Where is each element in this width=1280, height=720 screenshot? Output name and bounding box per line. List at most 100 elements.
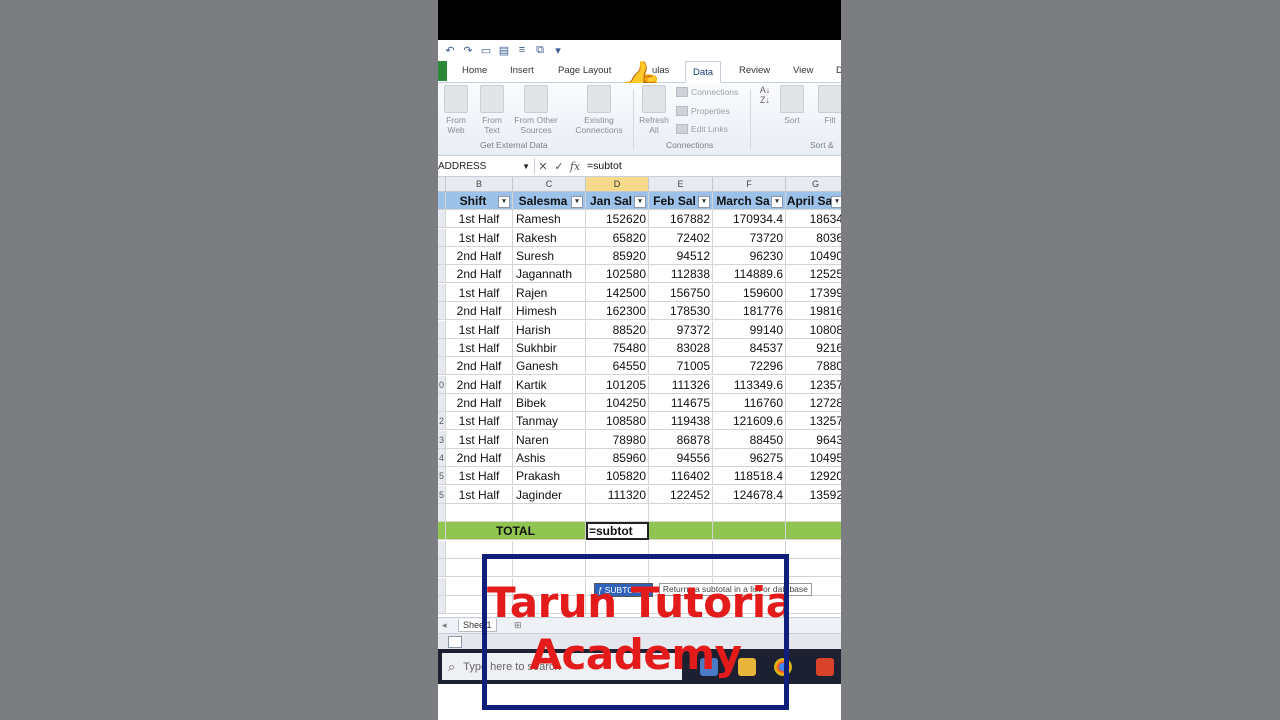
cell-name[interactable]: Ashis — [513, 448, 586, 467]
cell-jan[interactable]: 88520 — [586, 320, 649, 339]
cell-jan[interactable]: 75480 — [586, 338, 649, 357]
row-number[interactable] — [438, 320, 446, 339]
empty-cell[interactable] — [713, 504, 786, 522]
cell-shift[interactable]: 1st Half — [446, 228, 513, 247]
total-cell-mar[interactable] — [713, 522, 786, 541]
cell-apr[interactable]: 9216 — [786, 339, 841, 357]
row-number[interactable] — [438, 338, 446, 357]
cell-feb[interactable]: 119438 — [649, 412, 713, 431]
cell-apr[interactable]: 18634 — [786, 210, 841, 229]
column-header-g[interactable]: G — [786, 177, 841, 192]
powerpoint-icon[interactable] — [816, 658, 834, 676]
cell-feb[interactable]: 71005 — [649, 357, 713, 376]
tab-insert[interactable]: Insert — [510, 65, 534, 76]
cell-mar[interactable]: 96230 — [713, 247, 786, 266]
cell-feb[interactable]: 156750 — [649, 283, 713, 302]
cell-apr[interactable]: 12357 — [786, 376, 841, 394]
filter-dropdown-icon[interactable]: ▾ — [698, 196, 710, 208]
tab-data[interactable]: Data — [685, 61, 722, 83]
cell-shift[interactable]: 1st Half — [446, 412, 513, 431]
cell-shift[interactable]: 2nd Half — [446, 302, 513, 321]
cell-shift[interactable]: 1st Half — [446, 467, 513, 486]
row-number[interactable]: 5 — [438, 467, 446, 486]
cell-jan[interactable]: 142500 — [586, 283, 649, 302]
cell-feb[interactable]: 112838 — [649, 265, 713, 284]
cell-name[interactable]: Sukhbir — [513, 338, 586, 357]
tab-developer[interactable]: D — [836, 65, 841, 76]
edit-links-item[interactable]: Edit Links — [676, 124, 728, 134]
cell-jan[interactable]: 108580 — [586, 412, 649, 431]
align-icon[interactable]: ≡ — [516, 44, 528, 56]
cell-mar[interactable]: 99140 — [713, 320, 786, 339]
cell-feb[interactable]: 86878 — [649, 430, 713, 449]
cell-jan[interactable]: 64550 — [586, 357, 649, 376]
row-number[interactable] — [438, 192, 446, 210]
cell-feb[interactable]: 94512 — [649, 247, 713, 266]
column-header-b[interactable]: B — [446, 177, 513, 192]
row-number[interactable]: 4 — [438, 448, 446, 467]
cell-shift[interactable]: 2nd Half — [446, 265, 513, 284]
cell-feb[interactable]: 111326 — [649, 375, 713, 394]
tab-view[interactable]: View — [793, 65, 813, 76]
scroll-left-icon[interactable]: ◂ — [442, 620, 447, 631]
cell-apr[interactable]: 19816 — [786, 302, 841, 321]
filter-dropdown-icon[interactable]: ▾ — [634, 196, 646, 208]
redo-icon[interactable]: ↷ — [462, 44, 474, 57]
empty-cell[interactable] — [513, 504, 586, 522]
cell-name[interactable]: Ramesh — [513, 210, 586, 229]
row-number[interactable] — [438, 393, 446, 412]
cell-name[interactable]: Tanmay — [513, 412, 586, 431]
cell-jan[interactable]: 105820 — [586, 467, 649, 486]
row-number[interactable] — [438, 302, 446, 321]
cell-jan[interactable]: 102580 — [586, 265, 649, 284]
filter-dropdown-icon[interactable]: ▾ — [831, 196, 841, 208]
tab-home[interactable]: Home — [462, 65, 487, 76]
from-text-button[interactable]: From Text — [478, 85, 506, 135]
cell-feb[interactable]: 178530 — [649, 302, 713, 321]
filter-button[interactable]: Filt — [816, 85, 841, 125]
cell-apr[interactable]: 12728 — [786, 394, 841, 412]
cell-mar[interactable]: 113349.6 — [713, 375, 786, 394]
cell-apr[interactable]: 7880 — [786, 357, 841, 376]
existing-connections-button[interactable]: Existing Connections — [570, 85, 628, 135]
properties-item[interactable]: Properties — [676, 106, 730, 116]
cell-mar[interactable]: 73720 — [713, 228, 786, 247]
cell-feb[interactable]: 116402 — [649, 467, 713, 486]
cell-name[interactable]: Jaginder — [513, 485, 586, 504]
row-number[interactable] — [438, 504, 446, 522]
row-number[interactable] — [438, 265, 446, 284]
copy-icon[interactable]: ⧉ — [534, 44, 546, 56]
row-number[interactable] — [438, 210, 446, 229]
cell-shift[interactable]: 2nd Half — [446, 448, 513, 467]
column-header-c[interactable]: C — [513, 177, 586, 192]
from-other-sources-button[interactable]: From Other Sources — [510, 85, 562, 135]
row-number[interactable]: 3 — [438, 430, 446, 449]
name-box[interactable]: ADDRESS ▼ — [438, 158, 535, 174]
cell-feb[interactable]: 72402 — [649, 228, 713, 247]
cell-shift[interactable]: 1st Half — [446, 210, 513, 229]
cell-apr[interactable]: 13592 — [786, 486, 841, 504]
cell-shift[interactable]: 2nd Half — [446, 393, 513, 412]
cell-apr[interactable]: 10495 — [786, 449, 841, 467]
insert-function-button[interactable]: fx — [567, 160, 583, 173]
sort-button[interactable]: Sort — [778, 85, 806, 125]
cell-mar[interactable]: 96275 — [713, 448, 786, 467]
cell-name[interactable]: Suresh — [513, 247, 586, 266]
cell-mar[interactable]: 170934.4 — [713, 210, 786, 229]
cell-mar[interactable]: 72296 — [713, 357, 786, 376]
filter-dropdown-icon[interactable]: ▾ — [498, 196, 510, 208]
row-number[interactable] — [438, 283, 446, 302]
cell-mar[interactable]: 116760 — [713, 393, 786, 412]
cell-shift[interactable]: 1st Half — [446, 430, 513, 449]
cell-name[interactable]: Rajen — [513, 283, 586, 302]
cell-feb[interactable]: 122452 — [649, 485, 713, 504]
cell-mar[interactable]: 159600 — [713, 283, 786, 302]
cell-feb[interactable]: 94556 — [649, 448, 713, 467]
cell-apr[interactable]: 10808 — [786, 321, 841, 339]
cell-jan[interactable]: 162300 — [586, 302, 649, 321]
formula-input[interactable]: =subtot — [583, 160, 622, 172]
cell-shift[interactable]: 1st Half — [446, 338, 513, 357]
column-header-d[interactable]: D — [586, 177, 649, 192]
tab-page-layout[interactable]: Page Layout — [558, 65, 611, 76]
filter-dropdown-icon[interactable]: ▾ — [571, 196, 583, 208]
